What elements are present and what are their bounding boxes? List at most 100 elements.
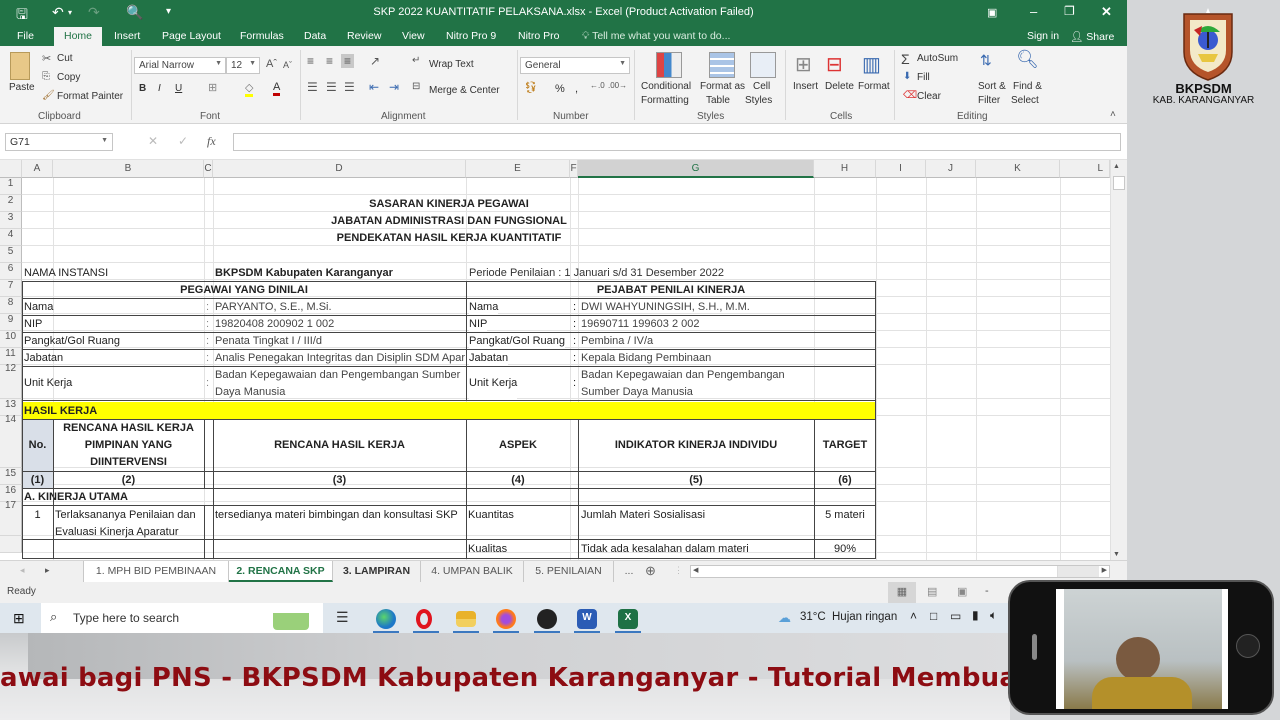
item-aspek-1[interactable]: Kuantitas	[468, 506, 514, 523]
scroll-right-icon[interactable]: ▶	[1102, 566, 1107, 574]
header-target[interactable]: TARGET	[814, 419, 876, 471]
col-number-5[interactable]: (5)	[578, 471, 814, 488]
bold-button[interactable]: B	[139, 83, 146, 94]
column-header-h[interactable]: H	[814, 160, 876, 178]
scroll-thumb[interactable]	[1113, 176, 1125, 190]
tab-file[interactable]: File	[17, 30, 34, 42]
page-break-view-icon[interactable]: ▣	[957, 585, 967, 598]
pegawai-field-label[interactable]: Pangkat/Gol Ruang	[24, 332, 120, 349]
font-size-select[interactable]: 12 ▼	[226, 57, 260, 74]
ribbon-display-options-icon[interactable]: ▣	[987, 6, 997, 19]
name-box[interactable]: G71 ▼	[5, 133, 113, 151]
sign-in-link[interactable]: Sign in	[1027, 30, 1059, 42]
column-header-i[interactable]: I	[876, 160, 926, 178]
pejabat-field-value-line2[interactable]: Sumber Daya Manusia	[581, 383, 693, 400]
find-select-button[interactable]: Find &	[1013, 81, 1042, 92]
microphone-icon[interactable]: ▮	[972, 608, 979, 622]
pegawai-field-value[interactable]: Penata Tingkat I / III/d	[215, 332, 322, 349]
tab-nitro-pro[interactable]: Nitro Pro	[518, 30, 559, 42]
tab-home[interactable]: Home	[54, 27, 103, 46]
conditional-formatting-button[interactable]: Conditional	[641, 81, 691, 92]
hscroll-thumb[interactable]	[702, 566, 1058, 577]
underline-button[interactable]: U	[175, 83, 182, 94]
colon[interactable]: :	[206, 349, 209, 366]
edge-icon[interactable]	[376, 609, 396, 629]
col-number-2[interactable]: (2)	[53, 471, 204, 488]
tab-nitro-pro-9[interactable]: Nitro Pro 9	[446, 30, 496, 42]
accounting-format-icon[interactable]: 💱︎	[524, 81, 538, 94]
more-sheets-button[interactable]: ...	[614, 561, 644, 582]
item-target-2[interactable]: 90%	[814, 540, 876, 557]
increase-decimal-icon[interactable]: ←.0	[590, 81, 605, 90]
section-kinerja-utama[interactable]: A. KINERJA UTAMA	[24, 488, 128, 505]
pegawai-field-value[interactable]: 19820408 200902 1 002	[215, 315, 334, 332]
font-color-icon[interactable]: A	[273, 81, 281, 96]
collapse-ribbon-icon[interactable]: ˄	[1110, 109, 1116, 120]
tab-formulas[interactable]: Formulas	[240, 30, 284, 42]
speaker-icon[interactable]: 🔈︎	[990, 608, 997, 623]
instansi-label[interactable]: NAMA INSTANSI	[24, 264, 108, 281]
file-explorer-icon[interactable]	[456, 611, 476, 627]
instansi-value[interactable]: BKPSDM Kabupaten Karanganyar	[215, 264, 393, 281]
show-hidden-icons-icon[interactable]: ˄	[910, 609, 917, 623]
excel-icon[interactable]: X	[618, 609, 638, 629]
splitter-handle[interactable]: ⋮	[674, 565, 683, 576]
percent-button[interactable]: %	[555, 83, 565, 95]
tab-page-layout[interactable]: Page Layout	[162, 30, 221, 42]
minimize-button[interactable]: –	[1030, 4, 1037, 19]
item-indikator-1[interactable]: Jumlah Materi Sosialisasi	[581, 506, 705, 523]
formula-input[interactable]	[233, 133, 1121, 151]
italic-button[interactable]: I	[158, 83, 161, 94]
word-icon[interactable]: W	[577, 609, 597, 629]
align-left-icon[interactable]: ☰	[307, 80, 318, 94]
pejabat-field-label[interactable]: NIP	[469, 315, 488, 332]
item-rhk[interactable]: tersedianya materi bimbingan dan konsult…	[215, 506, 458, 523]
column-header-l[interactable]: L	[1060, 160, 1110, 178]
sheet-tab-lampiran[interactable]: 3. LAMPIRAN	[333, 561, 421, 582]
pejabat-field-value[interactable]: Badan Kepegawaian dan Pengembangan	[581, 366, 785, 383]
scroll-down-icon[interactable]: ▼	[1113, 551, 1120, 558]
close-button[interactable]: ✕	[1101, 4, 1112, 20]
search-input[interactable]: Type here to search	[73, 611, 179, 625]
weather-desc[interactable]: Hujan ringan	[832, 611, 897, 623]
header-rhk[interactable]: RENCANA HASIL KERJA	[213, 419, 466, 471]
search-highlight-icon[interactable]	[273, 606, 309, 630]
header-rhk-pimpinan-line2[interactable]: PIMPINAN YANG	[53, 436, 204, 453]
colon[interactable]: :	[206, 298, 209, 315]
fill-color-icon[interactable]: ◇	[245, 81, 254, 97]
clear-button[interactable]: Clear	[917, 91, 941, 102]
pejabat-field-label[interactable]: Jabatan	[469, 349, 509, 366]
align-right-icon[interactable]: ☰	[344, 80, 355, 94]
pegawai-field-value[interactable]: PARYANTO, S.E., M.Si.	[215, 298, 332, 315]
header-rhk-pimpinan-line3[interactable]: DIINTERVENSI	[53, 453, 204, 470]
column-header-c[interactable]: C	[204, 160, 213, 178]
pegawai-header[interactable]: PEGAWAI YANG DINILAI	[22, 281, 466, 298]
item-aspek-2[interactable]: Kualitas	[468, 540, 507, 557]
add-sheet-icon[interactable]: ⊕	[645, 563, 656, 579]
horizontal-scrollbar[interactable]: ◀ ▶	[690, 565, 1110, 578]
col-number-4[interactable]: (4)	[466, 471, 570, 488]
sheet-title-3[interactable]: PENDEKATAN HASIL KERJA KUANTITATIF	[22, 229, 876, 246]
colon[interactable]: :	[206, 332, 209, 349]
meet-now-icon[interactable]: □	[930, 609, 937, 623]
column-header-g[interactable]: G	[578, 160, 814, 178]
pegawai-field-value[interactable]: Badan Kepegawaian dan Pengembangan Sumbe…	[215, 366, 460, 383]
header-indikator[interactable]: INDIKATOR KINERJA INDIVIDU	[578, 419, 814, 471]
normal-view-icon[interactable]: ▦	[888, 582, 916, 603]
header-rhk-pimpinan-line1[interactable]: RENCANA HASIL KERJA	[53, 419, 204, 436]
pegawai-field-label[interactable]: Unit Kerja	[24, 366, 72, 400]
colon[interactable]: :	[573, 315, 576, 332]
page-layout-view-icon[interactable]: ▤	[927, 585, 937, 598]
obs-icon[interactable]	[537, 609, 557, 629]
row-header[interactable]	[0, 536, 22, 553]
column-header-b[interactable]: B	[53, 160, 204, 178]
vertical-scrollbar[interactable]: ▲ ▼	[1110, 160, 1127, 560]
col-number-3[interactable]: (3)	[213, 471, 466, 488]
scroll-left-icon[interactable]: ◀	[693, 566, 698, 574]
align-center-icon[interactable]: ☰	[326, 80, 337, 94]
fill-button[interactable]: Fill	[917, 72, 930, 83]
pegawai-field-label[interactable]: Nama	[24, 298, 53, 315]
header-no[interactable]: No.	[22, 419, 53, 471]
column-header-e[interactable]: E	[466, 160, 570, 178]
tab-view[interactable]: View	[402, 30, 425, 42]
